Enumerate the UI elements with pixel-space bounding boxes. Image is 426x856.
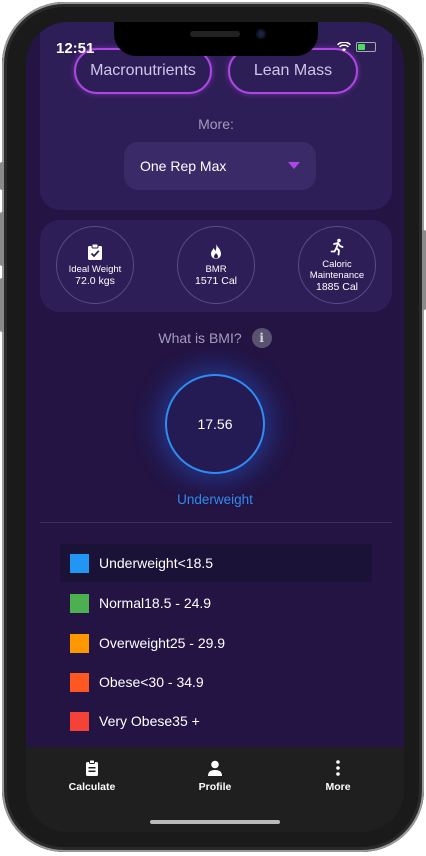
tab-calculate-label: Calculate [68,781,116,793]
legend-row-obese: Obese <30 - 34.9 [60,663,372,701]
bmr-label: BMR [205,264,227,275]
ideal-weight-label: Ideal Weight [68,264,122,275]
bmi-value: 17.56 [197,416,233,432]
caloric-maintenance-label-line1: Caloric [322,258,352,270]
caloric-maintenance-label-line2: Maintenance [309,269,365,281]
phone-frame: 12:51 Macronutrients Lean Mass More: One… [0,2,426,852]
legend-swatch [70,672,89,692]
app-screen: 12:51 Macronutrients Lean Mass More: One… [26,22,404,832]
more-label: More: [198,116,234,132]
notch [114,22,318,56]
volume-down-button [0,278,4,332]
legend-name: Very Obese [99,713,173,729]
bmi-category: Underweight [177,492,253,507]
tab-calculate[interactable]: Calculate [52,759,132,793]
caloric-maintenance-value: 1885 Cal [315,280,359,293]
status-time: 12:51 [56,40,95,57]
status-icons [337,42,376,52]
clipboard-icon [86,759,98,776]
legend-swatch [70,553,89,573]
legend-range: <30 - 34.9 [140,674,204,690]
what-is-bmi: What is BMI? i [26,328,404,348]
more-calculators-dropdown[interactable]: One Rep Max [124,142,316,190]
tab-profile[interactable]: Profile [175,759,255,793]
caret-down-icon [288,162,300,169]
volume-up-button [0,212,4,266]
legend-name: Normal [99,595,145,611]
person-icon [208,760,222,776]
legend-name: Obese [99,674,141,690]
clipboard-check-icon [88,243,102,260]
power-button [422,230,426,310]
legend-range: 35 + [172,713,200,729]
stats-panel: Ideal Weight 72.0 kgs BMR 1571 Cal Calor… [40,220,392,312]
tab-more-label: More [325,781,351,793]
front-camera [256,29,266,39]
home-indicator [150,820,280,824]
info-icon[interactable]: i [251,328,272,348]
running-person-icon [330,238,344,255]
legend-name: Overweight [99,635,170,651]
flame-icon [211,244,221,259]
bmi-question-label: What is BMI? [158,330,242,346]
wifi-icon [337,42,351,52]
tab-profile-label: Profile [198,781,232,793]
bmr-stat[interactable]: BMR 1571 Cal [177,226,255,304]
battery-icon [356,42,376,52]
ideal-weight-value: 72.0 kgs [75,275,115,287]
legend-swatch [70,593,89,613]
tab-more[interactable]: More [298,759,378,793]
legend-swatch [70,711,89,731]
legend-row-underweight: Underweight <18.5 [60,544,372,582]
legend-range: 18.5 - 24.9 [144,595,212,611]
legend-range: <18.5 [177,555,214,571]
dropdown-value: One Rep Max [140,158,227,174]
legend-row-overweight: Overweight 25 - 29.9 [60,624,372,662]
bmr-value: 1571 Cal [194,275,238,287]
speaker [190,31,240,37]
more-vertical-icon [336,760,340,776]
mute-switch [0,162,4,190]
divider [40,522,392,523]
bmi-gauge: 17.56 [165,374,265,474]
ideal-weight-stat[interactable]: Ideal Weight 72.0 kgs [56,226,134,304]
legend-name: Underweight [99,555,178,571]
legend-range: 25 - 29.9 [169,635,226,651]
caloric-maintenance-stat[interactable]: Caloric Maintenance 1885 Cal [298,226,376,304]
legend-swatch [70,633,89,653]
legend-row-very-obese: Very Obese 35 + [60,702,372,740]
legend-row-normal: Normal 18.5 - 24.9 [60,584,372,622]
